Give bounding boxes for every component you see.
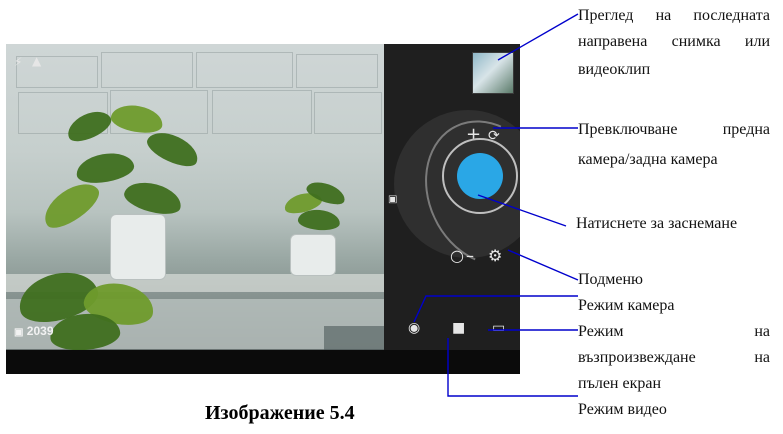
label-panorama-mode-line2: възпроизвеждане на — [578, 349, 770, 366]
label-camera-mode: Режим камера — [578, 296, 675, 316]
line-camera-mode — [413, 295, 578, 323]
label-switch-camera-2: камера/задна камера — [578, 150, 718, 170]
label-submenu: Подменю — [578, 270, 643, 290]
label-panorama-mode-line1: Режим на — [578, 323, 770, 340]
label-panorama-mode: Режим на — [578, 322, 770, 342]
label-preview-line3: видеоклип — [578, 61, 651, 78]
label-video-mode-text: Режим видео — [578, 401, 667, 418]
label-submenu-text: Подменю — [578, 271, 643, 288]
label-preview: Преглед на последната — [578, 6, 770, 26]
label-switch-camera-line1: Превключване предна — [578, 121, 770, 138]
label-shutter: Натиснете за заснемане — [576, 214, 737, 234]
line-video-mode — [447, 338, 578, 397]
label-switch-camera: Превключване предна — [578, 120, 770, 140]
label-preview-2: направена снимка или — [578, 32, 770, 52]
figure-caption: Изображение 5.4 — [205, 402, 355, 424]
label-panorama-mode-2: възпроизвеждане на — [578, 348, 770, 368]
label-camera-mode-text: Режим камера — [578, 297, 675, 314]
label-panorama-mode-line3: пълен екран — [578, 375, 662, 392]
label-preview-line1: Преглед на последната — [578, 7, 770, 24]
line-preview — [497, 13, 579, 61]
label-shutter-text: Натиснете за заснемане — [576, 215, 738, 232]
label-preview-line2: направена снимка или — [578, 33, 770, 50]
label-preview-3: видеоклип — [578, 60, 650, 80]
label-video-mode: Режим видео — [578, 400, 667, 420]
label-panorama-mode-3: пълен екран — [578, 374, 661, 394]
line-submenu — [507, 249, 579, 281]
label-switch-camera-line2: камера/задна камера — [578, 151, 718, 168]
line-shutter — [477, 194, 567, 227]
